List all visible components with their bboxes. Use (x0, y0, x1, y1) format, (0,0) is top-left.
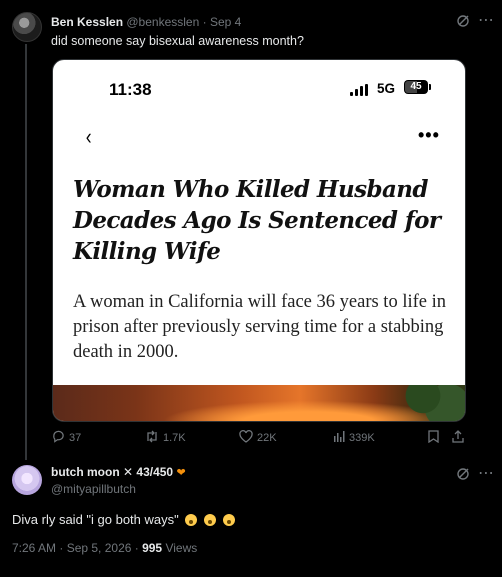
views-label: Views (162, 541, 198, 555)
tweet-text: Diva rly said "i go both ways" (12, 512, 235, 527)
orange-heart-icon: ❤ (176, 467, 186, 479)
author-badge: 43/450 (136, 465, 174, 479)
attached-image[interactable]: 11:38 5G 45 ‹ ••• Woman Who Killed Husba… (52, 59, 466, 422)
repost-icon (145, 430, 159, 446)
thread-line (25, 44, 27, 460)
signal-icon (350, 84, 370, 96)
bookmark-button[interactable] (428, 430, 439, 446)
x-logo-icon: ✕ (123, 465, 134, 479)
author-name[interactable]: butch moon (51, 465, 120, 479)
tweet-timestamp: 7:26 AM · Sep 5, 2026 · 995 Views (12, 541, 197, 555)
article-headline: Woman Who Killed Husband Decades Ago Is … (73, 176, 441, 265)
avatar[interactable] (12, 465, 42, 495)
back-chevron-icon: ‹ (85, 124, 92, 149)
separator: · (199, 15, 210, 29)
views-count: 995 (142, 541, 163, 555)
tweet-header: Ben Kesslen @benkesslen · Sep 4 (51, 15, 241, 29)
heart-outline-icon (239, 430, 253, 446)
more-dots-icon: ••• (418, 125, 440, 145)
screaming-face-icon (204, 514, 216, 526)
battery-level: 45 (410, 81, 422, 92)
author-name[interactable]: Ben Kesslen (51, 15, 123, 29)
more-horizontal-icon[interactable]: ⋯ (478, 463, 494, 483)
author-name-row: butch moon ✕ 43/450 ❤ (51, 465, 186, 479)
tweet-actions: 37 1.7K 22K 339K (0, 430, 502, 446)
article-photo (53, 385, 465, 421)
tweet-text-content: Diva rly said "i go both ways" (12, 512, 179, 527)
tweet-date[interactable]: Sep 4 (210, 15, 241, 29)
reply-button[interactable]: 37 (52, 430, 81, 446)
status-time: 11:38 (109, 80, 152, 99)
share-icon (452, 430, 464, 446)
avatar[interactable] (12, 12, 42, 42)
screaming-face-icon (185, 514, 198, 526)
views-button[interactable]: 339K (333, 430, 375, 445)
battery-icon: 45 (404, 80, 428, 94)
article-summary: A woman in California will face 36 years… (73, 292, 446, 362)
author-handle[interactable]: @mityapillbutch (51, 482, 136, 496)
tweet-reply[interactable]: butch moon ✕ 43/450 ❤ @mityapillbutch ⋯ … (0, 455, 502, 577)
tweet-text: did someone say bisexual awareness month… (51, 34, 304, 48)
grok-icon[interactable] (456, 467, 470, 484)
bookmark-icon (428, 430, 439, 446)
reply-count: 37 (69, 432, 82, 444)
like-count: 22K (257, 432, 277, 444)
grok-icon[interactable] (456, 14, 470, 31)
views-count: 339K (349, 431, 375, 444)
battery-tip (429, 84, 431, 90)
timestamp-text[interactable]: 7:26 AM · Sep 5, 2026 · (12, 541, 142, 555)
share-button[interactable] (452, 430, 464, 446)
repost-button[interactable]: 1.7K (145, 430, 186, 446)
repost-count: 1.7K (163, 432, 186, 444)
screaming-face-icon (222, 514, 235, 526)
like-button[interactable]: 22K (239, 430, 277, 446)
more-horizontal-icon[interactable]: ⋯ (478, 10, 494, 30)
analytics-icon (333, 430, 345, 445)
network-label: 5G (377, 81, 396, 96)
tweet-original[interactable]: Ben Kesslen @benkesslen · Sep 4 ⋯ did so… (0, 0, 502, 460)
reply-icon (52, 430, 65, 446)
author-handle[interactable]: @benkesslen (126, 15, 199, 29)
